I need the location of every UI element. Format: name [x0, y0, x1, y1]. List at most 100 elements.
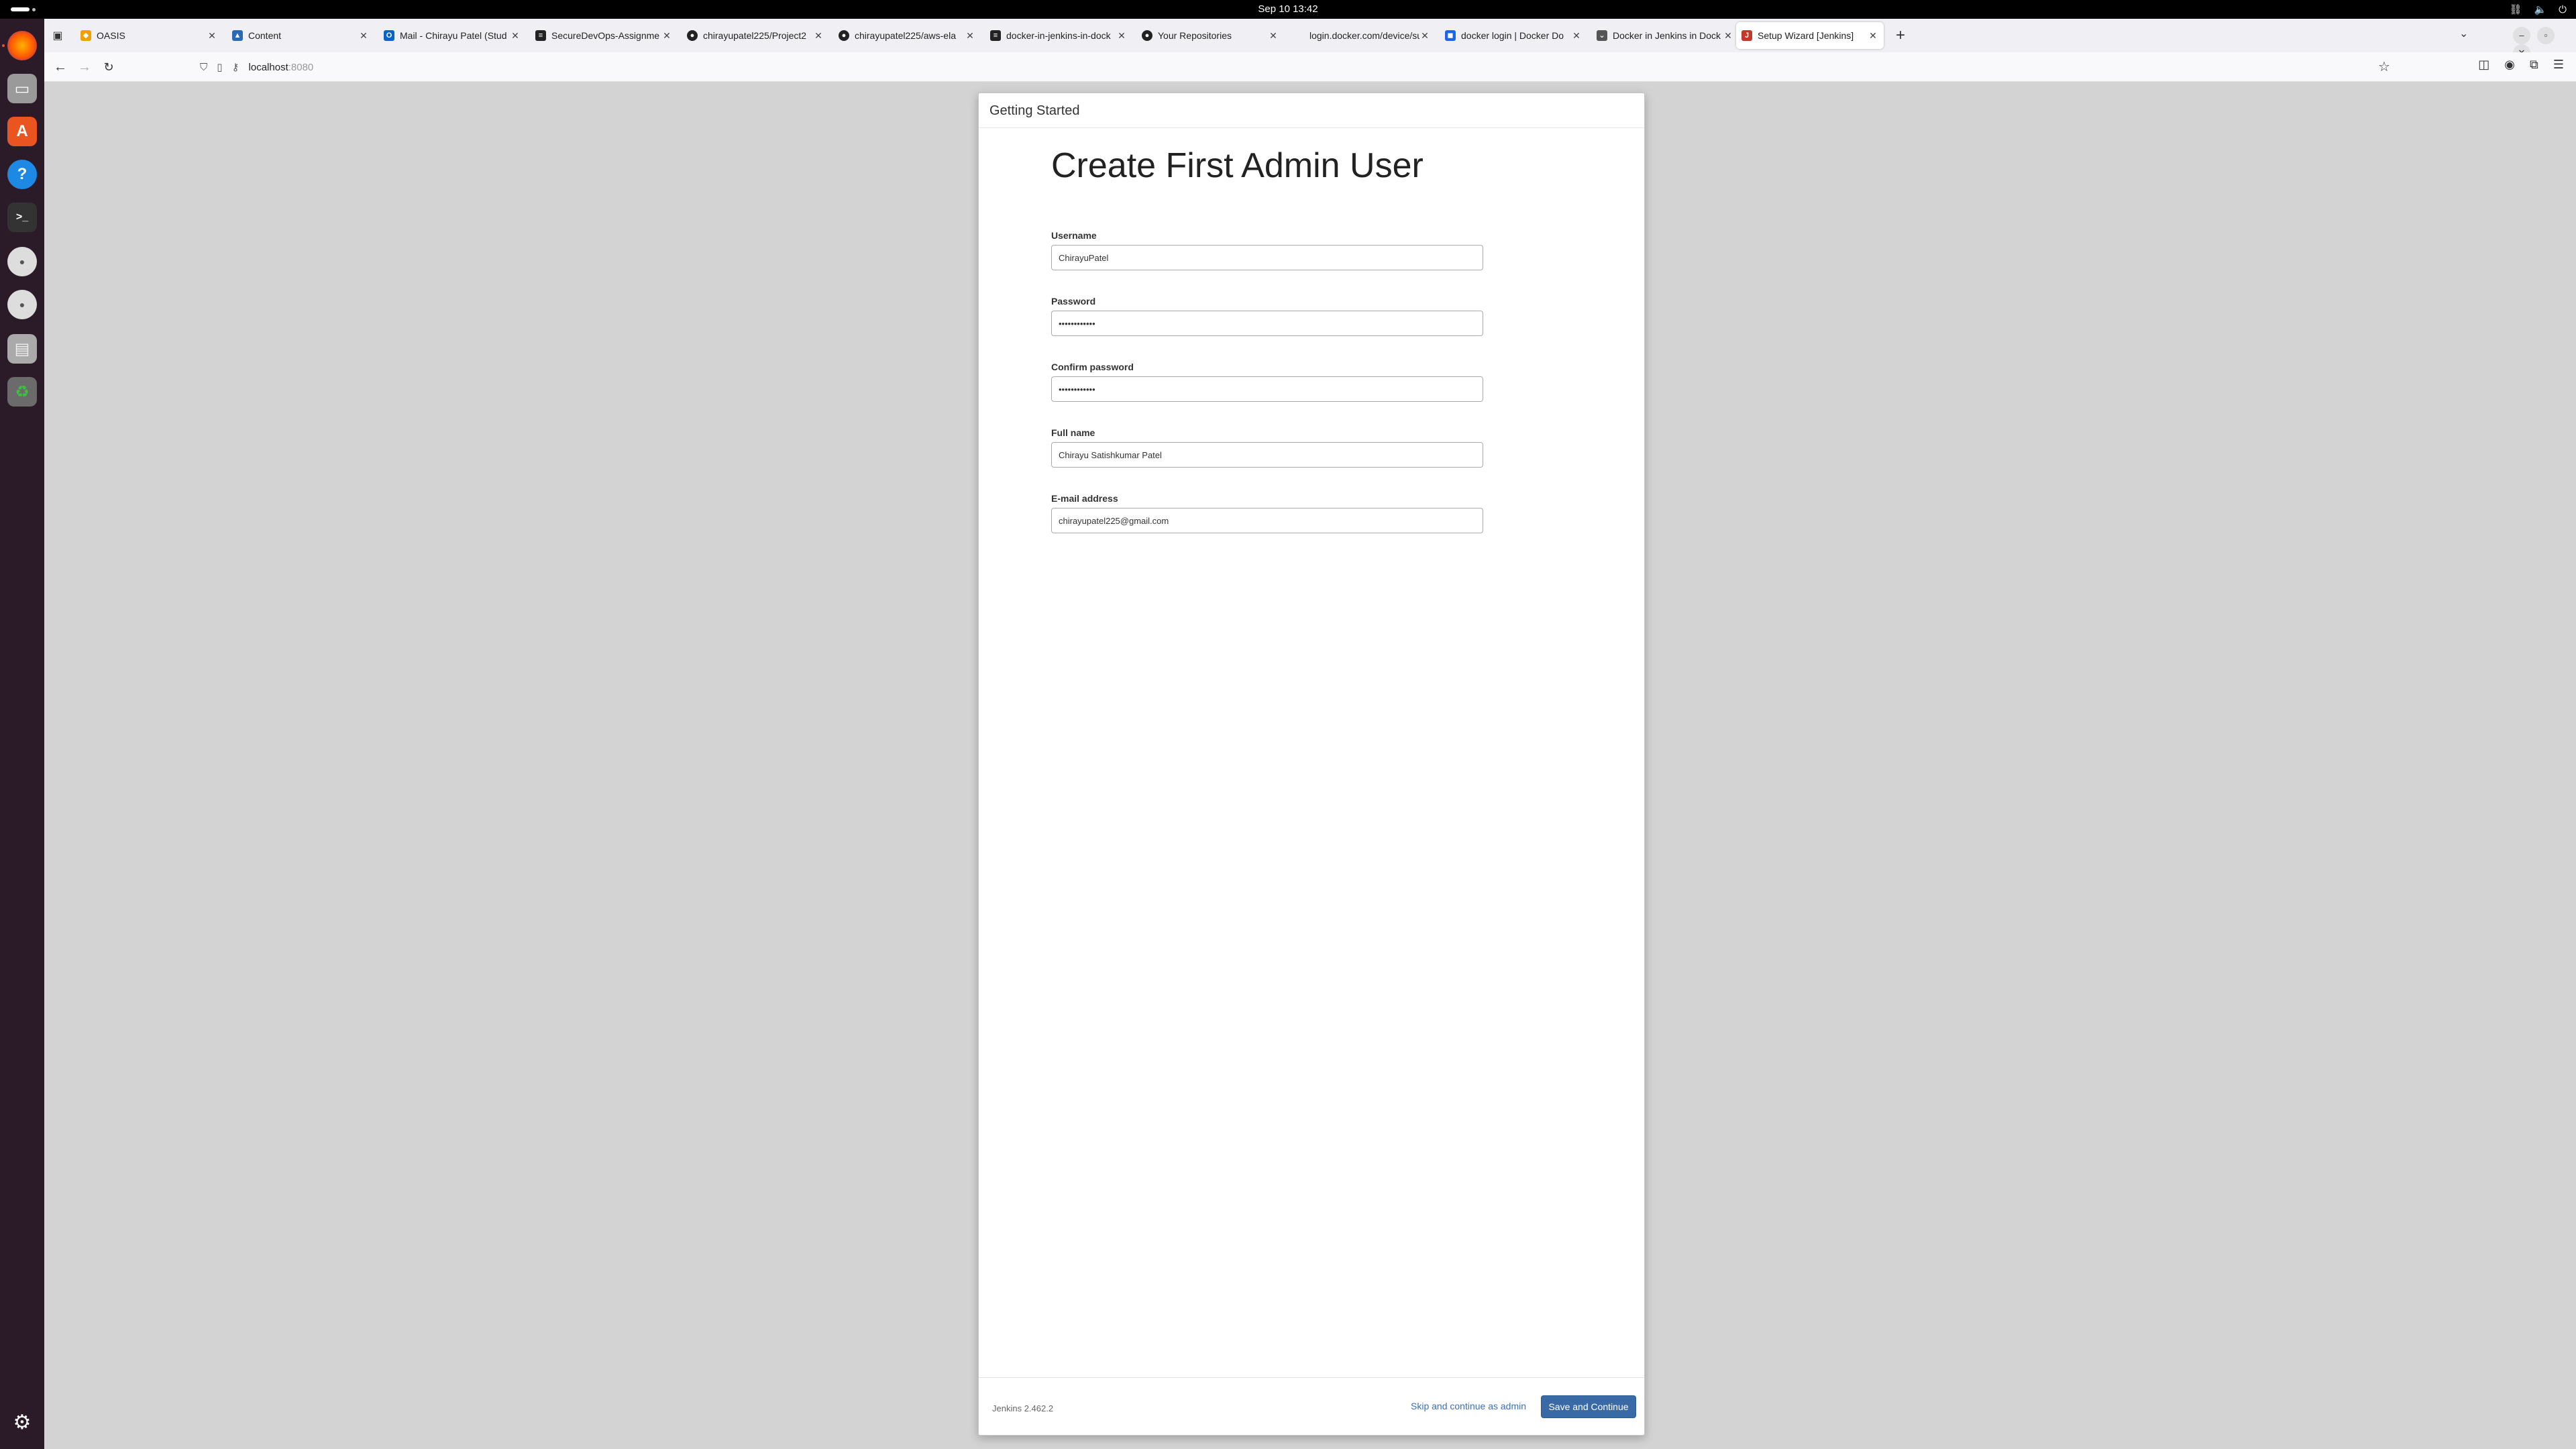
menu-icon[interactable]: ☰: [2553, 58, 2564, 72]
maximize-icon[interactable]: ▫: [2537, 27, 2555, 44]
system-clock[interactable]: Sep 10 13:42: [0, 0, 2576, 19]
help-icon[interactable]: ?: [7, 160, 37, 189]
full-name-field[interactable]: [1051, 442, 1483, 468]
ubuntu-dock: ▭ A ? >_ ● ● ▤ ♻ ⚙: [0, 19, 44, 1449]
show-apps-icon[interactable]: ⚙: [7, 1407, 37, 1437]
close-icon[interactable]: ✕: [1268, 30, 1279, 42]
power-icon: ⏻: [2559, 3, 2567, 15]
tab[interactable]: ⌄ Docker in Jenkins in Dock ✕: [1591, 22, 1739, 49]
back-icon[interactable]: ←: [51, 58, 70, 76]
close-icon[interactable]: ✕: [1419, 30, 1430, 42]
tab-bar: ▣ ◆ OASIS ✕ ▲ Content ✕ O Mail - Chirayu…: [44, 19, 2576, 62]
app-center-icon[interactable]: A: [7, 117, 37, 146]
dialog-footer: Jenkins 2.462.2 Skip and continue as adm…: [979, 1377, 1644, 1435]
tab-active[interactable]: J Setup Wizard [Jenkins] ✕: [1736, 22, 1884, 49]
tab-title: Your Repositories: [1158, 30, 1232, 41]
tab-title: SecureDevOps-Assignme: [551, 30, 660, 41]
pocket-icon[interactable]: ◫: [2478, 58, 2489, 72]
github-icon: ●: [1142, 30, 1152, 41]
volume-icon: 🔈: [2534, 4, 2547, 15]
tab[interactable]: ≡ docker-in-jenkins-in-dock ✕: [985, 22, 1132, 49]
close-icon[interactable]: ✕: [965, 30, 975, 42]
firefox-window: ▣ ◆ OASIS ✕ ▲ Content ✕ O Mail - Chirayu…: [44, 19, 2576, 1449]
shield-icon[interactable]: ⛉: [200, 62, 207, 73]
disc-icon[interactable]: ●: [7, 290, 37, 319]
system-top-bar: Sep 10 13:42 ⛓ 🔈 ⏻: [0, 0, 2576, 19]
tab-title: Setup Wizard [Jenkins]: [1758, 30, 1854, 41]
drive-icon[interactable]: ▤: [7, 334, 37, 364]
dialog-body: Create First Admin User Username Passwor…: [979, 128, 1644, 1400]
trash-icon[interactable]: ♻: [7, 377, 37, 407]
reload-icon[interactable]: ↻: [99, 58, 118, 76]
docs-icon: ≡: [535, 30, 546, 41]
tab-title: OASIS: [97, 30, 125, 41]
close-icon[interactable]: ✕: [1868, 30, 1878, 42]
account-icon[interactable]: ◉: [2504, 58, 2515, 72]
tab-title: chirayupatel225/Project2: [703, 30, 807, 41]
tab[interactable]: login.docker.com/device/su ✕: [1288, 22, 1436, 49]
close-icon[interactable]: ✕: [510, 30, 521, 42]
tab-title: docker-in-jenkins-in-dock: [1006, 30, 1111, 41]
setup-wizard-dialog: Getting Started Create First Admin User …: [978, 93, 1645, 1436]
toolbar-right: ◫ ◉ ⧉ ☰: [2478, 58, 2564, 72]
username-label: Username: [1051, 230, 1097, 241]
close-icon[interactable]: ✕: [1571, 30, 1582, 42]
network-icon: ⛓: [2509, 4, 2522, 15]
blank-page-icon: [1293, 30, 1304, 41]
github-icon: ●: [687, 30, 698, 41]
page-title: Create First Admin User: [1051, 146, 1424, 185]
tab[interactable]: O Mail - Chirayu Patel (Stud ✕: [378, 22, 526, 49]
extensions-icon[interactable]: ⧉: [2530, 58, 2538, 72]
url-port: :8080: [288, 61, 314, 73]
tab-list-dropdown[interactable]: ⌄: [2459, 27, 2468, 44]
email-field[interactable]: [1051, 508, 1483, 533]
tab[interactable]: ● chirayupatel225/Project2 ✕: [682, 22, 829, 49]
tab[interactable]: ◆ OASIS ✕: [75, 22, 223, 49]
password-label: Password: [1051, 296, 1096, 307]
tab-overview-icon[interactable]: ▣: [48, 27, 67, 46]
confirm-password-field[interactable]: [1051, 376, 1483, 402]
tab[interactable]: ● chirayupatel225/aws-ela ✕: [833, 22, 981, 49]
docker-icon: ⌄: [1597, 30, 1607, 41]
jenkins-icon: J: [1741, 30, 1752, 41]
password-field[interactable]: [1051, 311, 1483, 336]
confirm-password-label: Confirm password: [1051, 362, 1134, 372]
tab[interactable]: ▲ Content ✕: [227, 22, 374, 49]
tab-title: docker login | Docker Do: [1461, 30, 1564, 41]
page-icon[interactable]: ▯: [217, 61, 222, 73]
save-and-continue-button[interactable]: Save and Continue: [1541, 1395, 1636, 1418]
minimize-icon[interactable]: –: [2513, 27, 2530, 44]
window-controls: –▫✕: [2506, 27, 2576, 62]
tab[interactable]: ◼ docker login | Docker Do ✕: [1440, 22, 1587, 49]
close-icon[interactable]: ✕: [813, 30, 824, 42]
oasis-icon: ◆: [80, 30, 91, 41]
tab-title: login.docker.com/device/su: [1309, 30, 1419, 41]
forward-icon[interactable]: →: [75, 58, 94, 76]
bookmark-star-icon[interactable]: ☆: [2375, 58, 2394, 76]
key-icon[interactable]: ⚷: [232, 61, 239, 73]
close-icon[interactable]: ✕: [207, 30, 217, 42]
firefox-icon[interactable]: [7, 31, 37, 60]
close-icon[interactable]: ✕: [358, 30, 369, 42]
system-tray[interactable]: ⛓ 🔈 ⏻: [2509, 0, 2567, 19]
tab[interactable]: ≡ SecureDevOps-Assignme ✕: [530, 22, 678, 49]
close-icon[interactable]: ✕: [1723, 30, 1733, 42]
content-icon: ▲: [232, 30, 243, 41]
tab-title: chirayupatel225/aws-ela: [855, 30, 956, 41]
dialog-header: Getting Started: [979, 93, 1644, 128]
github-icon: ●: [839, 30, 849, 41]
terminal-icon[interactable]: >_: [7, 203, 37, 232]
skip-continue-admin-link[interactable]: Skip and continue as admin: [1411, 1401, 1526, 1411]
close-icon[interactable]: ✕: [1116, 30, 1127, 42]
disc-icon[interactable]: ●: [7, 247, 37, 276]
running-indicator: [2, 44, 5, 47]
full-name-label: Full name: [1051, 427, 1095, 438]
tab[interactable]: ● Your Repositories ✕: [1136, 22, 1284, 49]
navigation-bar: ← → ↻ ⛉ ▯ ⚷ localhost:8080 ☆ ◫ ◉ ⧉ ☰: [44, 52, 2576, 82]
username-field[interactable]: [1051, 245, 1483, 270]
tab-title: Docker in Jenkins in Dock: [1613, 30, 1721, 41]
new-tab-button[interactable]: +: [1890, 25, 1911, 46]
close-icon[interactable]: ✕: [661, 30, 672, 42]
files-icon[interactable]: ▭: [7, 74, 37, 103]
address-bar[interactable]: ⛉ ▯ ⚷ localhost:8080: [200, 56, 2394, 78]
